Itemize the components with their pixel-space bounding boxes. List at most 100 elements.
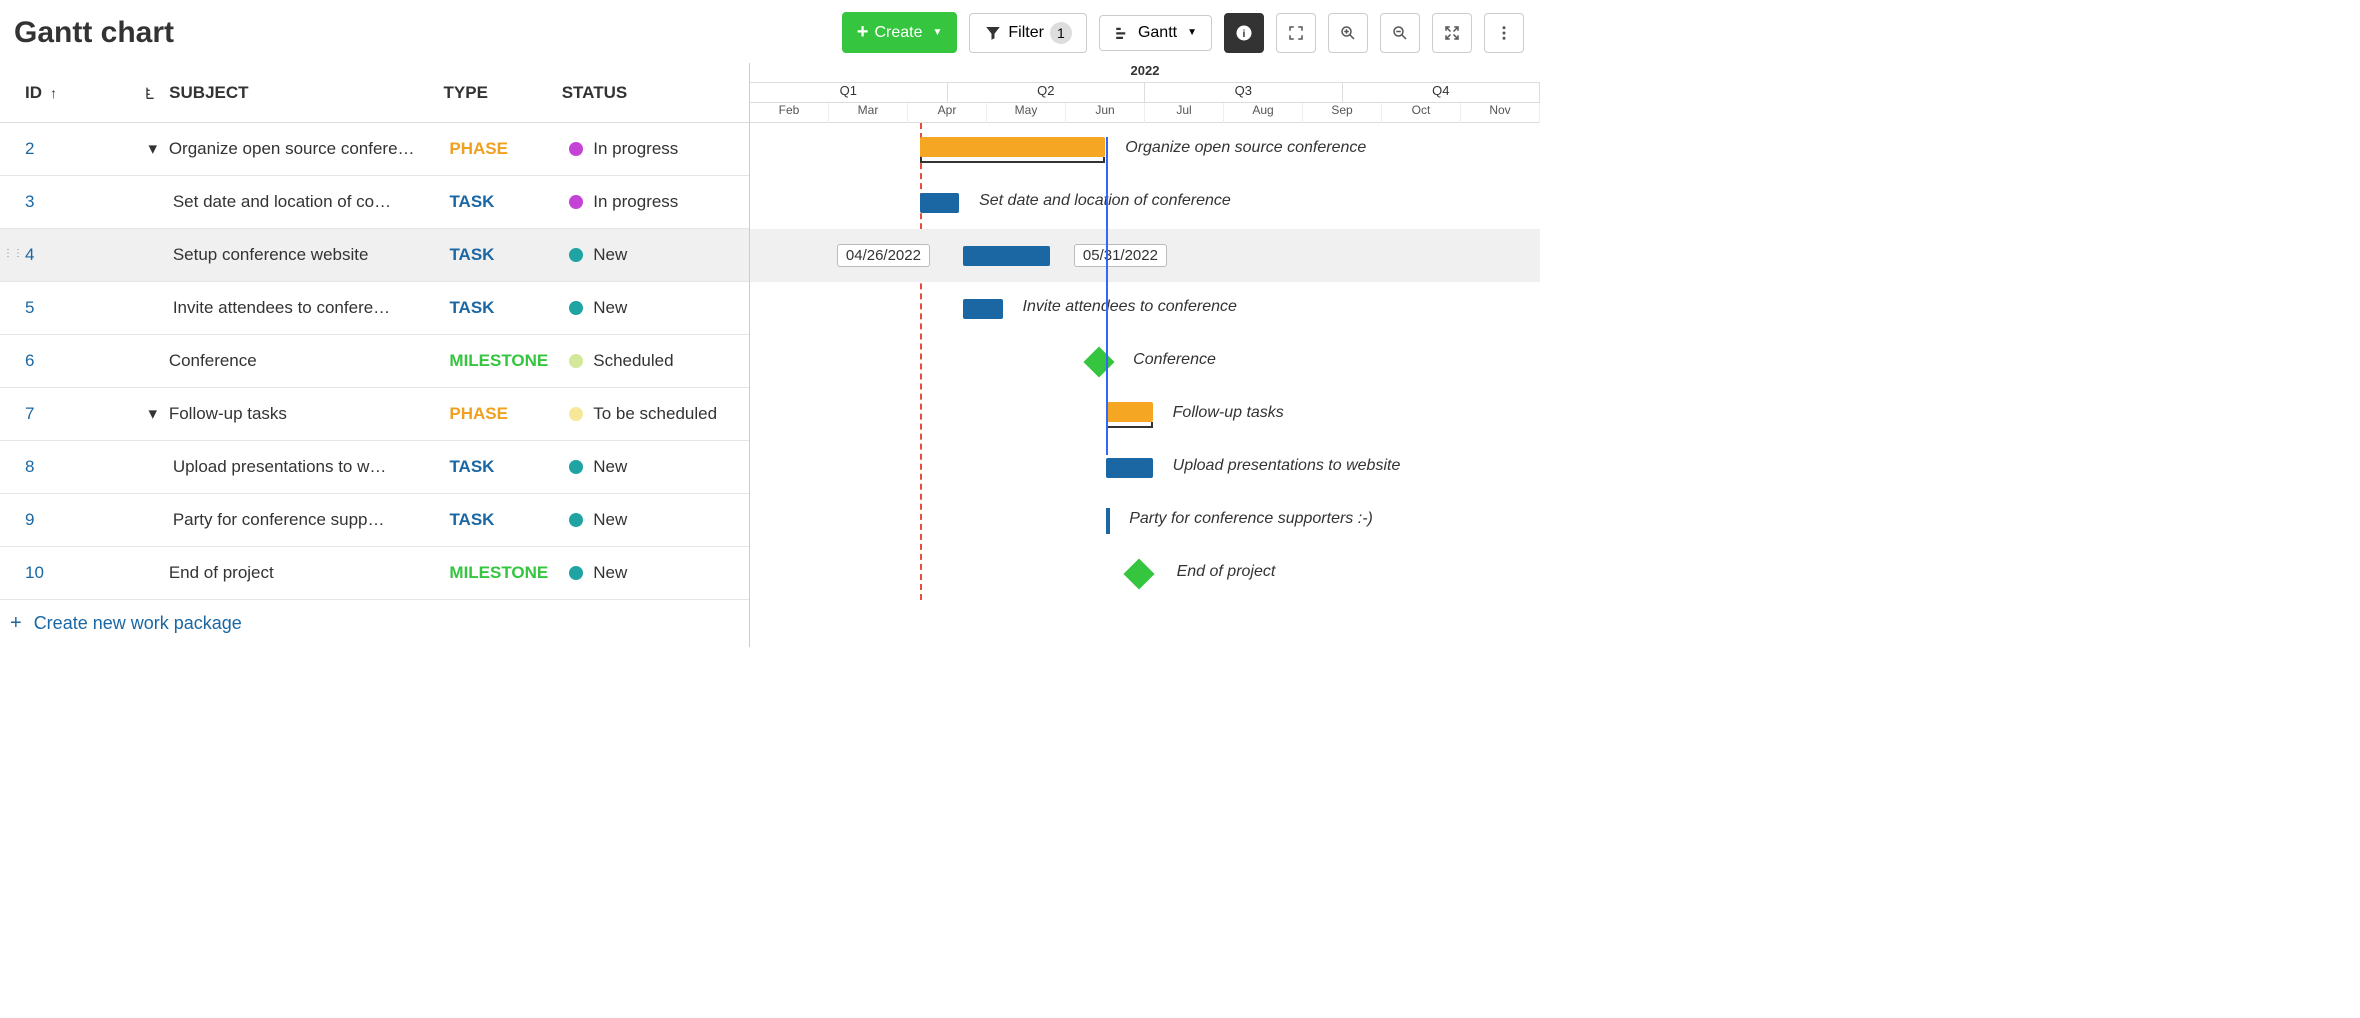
wp-subject[interactable]: Conference	[145, 351, 450, 371]
timeline-quarter: Q1	[750, 83, 948, 102]
gantt-bar[interactable]	[963, 299, 1003, 319]
milestone-diamond[interactable]	[1123, 558, 1154, 589]
wp-subject-text: Organize open source confere…	[169, 139, 415, 159]
wp-status[interactable]: Scheduled	[569, 351, 749, 371]
gantt-bar[interactable]	[1106, 508, 1110, 534]
zoom-out-button[interactable]	[1380, 13, 1420, 53]
timeline-row[interactable]: Follow-up tasks	[750, 388, 1540, 441]
wp-id[interactable]: ⋮⋮10	[25, 563, 145, 583]
wp-id[interactable]: ⋮⋮8	[25, 457, 145, 477]
create-label: Create	[874, 24, 922, 42]
zoom-in-button[interactable]	[1328, 13, 1368, 53]
timeline-row[interactable]: Party for conference supporters :-)	[750, 494, 1540, 547]
wp-status[interactable]: To be scheduled	[569, 404, 749, 424]
table-row[interactable]: ⋮⋮4Setup conference websiteTASKNew	[0, 229, 749, 282]
wp-status[interactable]: New	[569, 563, 749, 583]
wp-status-text: In progress	[593, 139, 678, 159]
timeline-row[interactable]: Set date and location of conference	[750, 176, 1540, 229]
gantt-bar[interactable]	[963, 246, 1050, 266]
fit-button[interactable]	[1432, 13, 1472, 53]
wp-status[interactable]: In progress	[569, 139, 749, 159]
wp-id[interactable]: ⋮⋮2	[25, 139, 145, 159]
table-row[interactable]: ⋮⋮6ConferenceMILESTONE Scheduled	[0, 335, 749, 388]
create-button[interactable]: + Create ▼	[842, 12, 958, 53]
col-header-type[interactable]: TYPE	[444, 83, 562, 103]
wp-subject[interactable]: Set date and location of co…	[145, 192, 450, 212]
wp-type[interactable]: PHASE	[449, 139, 569, 159]
table-row[interactable]: ⋮⋮8Upload presentations to w…TASKNew	[0, 441, 749, 494]
wp-type[interactable]: MILESTONE	[449, 563, 569, 583]
timeline-month: Mar	[829, 103, 908, 123]
wp-subject[interactable]: End of project	[145, 563, 450, 583]
drag-handle-icon[interactable]: ⋮⋮	[3, 248, 23, 259]
filter-count-badge: 1	[1050, 22, 1072, 44]
wp-status[interactable]: New	[569, 457, 749, 477]
wp-subject[interactable]: Setup conference website	[145, 245, 450, 265]
table-row[interactable]: ⋮⋮10End of projectMILESTONENew	[0, 547, 749, 600]
wp-type[interactable]: TASK	[449, 298, 569, 318]
wp-type[interactable]: TASK	[449, 510, 569, 530]
milestone-diamond[interactable]	[1084, 346, 1115, 377]
view-select-button[interactable]: Gantt ▼	[1099, 15, 1212, 51]
timeline-body[interactable]: Organize open source conferenceSet date …	[750, 123, 1540, 600]
wp-type[interactable]: TASK	[449, 245, 569, 265]
col-header-status[interactable]: STATUS	[562, 83, 739, 103]
timeline-row[interactable]: End of project	[750, 547, 1540, 600]
phase-bracket	[920, 157, 1106, 163]
filter-label: Filter	[1008, 24, 1044, 42]
fullscreen-button[interactable]	[1276, 13, 1316, 53]
timeline-row[interactable]: Conference	[750, 335, 1540, 388]
table-row[interactable]: ⋮⋮5Invite attendees to confere…TASKNew	[0, 282, 749, 335]
wp-id[interactable]: ⋮⋮9	[25, 510, 145, 530]
more-button[interactable]	[1484, 13, 1524, 53]
collapse-icon[interactable]: ▾	[145, 404, 161, 424]
table-row[interactable]: ⋮⋮9Party for conference supp…TASKNew	[0, 494, 749, 547]
wp-id[interactable]: ⋮⋮3	[25, 192, 145, 212]
wp-type[interactable]: PHASE	[449, 404, 569, 424]
wp-subject[interactable]: ▾Follow-up tasks	[145, 404, 450, 424]
bar-label: End of project	[1177, 563, 1276, 581]
col-header-id[interactable]: ID ↑	[25, 83, 143, 103]
timeline-row[interactable]: Upload presentations to website	[750, 441, 1540, 494]
wp-status-text: Scheduled	[593, 351, 673, 371]
bar-label: Follow-up tasks	[1173, 404, 1284, 422]
gantt-bar[interactable]	[1106, 458, 1153, 478]
bar-start-date[interactable]: 04/26/2022	[837, 244, 930, 267]
wp-id[interactable]: ⋮⋮7	[25, 404, 145, 424]
wp-id[interactable]: ⋮⋮5	[25, 298, 145, 318]
filter-button[interactable]: Filter 1	[969, 13, 1087, 53]
bar-end-date[interactable]: 05/31/2022	[1074, 244, 1167, 267]
wp-subject[interactable]: ▾ Organize open source confere…	[145, 139, 450, 159]
gantt-icon	[1114, 24, 1132, 42]
timeline-month: Aug	[1224, 103, 1303, 123]
col-id-label: ID	[25, 83, 42, 103]
gantt-bar[interactable]	[920, 193, 960, 213]
fullscreen-icon	[1287, 24, 1305, 42]
wp-status[interactable]: In progress	[569, 192, 749, 212]
create-work-package-link[interactable]: + Create new work package	[0, 600, 749, 647]
chevron-down-icon: ▼	[932, 27, 942, 38]
wp-subject[interactable]: Upload presentations to w…	[145, 457, 450, 477]
table-row[interactable]: ⋮⋮7▾Follow-up tasksPHASETo be scheduled	[0, 388, 749, 441]
timeline-row[interactable]: Organize open source conference	[750, 123, 1540, 176]
gantt-bar[interactable]	[920, 137, 1106, 157]
info-button[interactable]: i	[1224, 13, 1264, 53]
kebab-icon	[1495, 24, 1513, 42]
wp-subject[interactable]: Party for conference supp…	[145, 510, 450, 530]
table-row[interactable]: ⋮⋮3Set date and location of co…TASKIn pr…	[0, 176, 749, 229]
wp-status[interactable]: New	[569, 245, 749, 265]
timeline-row[interactable]: 04/26/2022 05/31/2022	[750, 229, 1540, 282]
col-header-subject[interactable]: SUBJECT	[143, 83, 443, 103]
gantt-bar[interactable]	[1106, 402, 1153, 422]
timeline-row[interactable]: Invite attendees to conference	[750, 282, 1540, 335]
wp-status[interactable]: New	[569, 298, 749, 318]
wp-status[interactable]: New	[569, 510, 749, 530]
wp-type[interactable]: TASK	[449, 457, 569, 477]
collapse-icon[interactable]: ▾	[145, 139, 161, 159]
wp-id[interactable]: ⋮⋮4	[25, 245, 145, 265]
wp-id[interactable]: ⋮⋮6	[25, 351, 145, 371]
wp-type[interactable]: TASK	[449, 192, 569, 212]
table-row[interactable]: ⋮⋮2▾ Organize open source confere… PHASE In…	[0, 123, 749, 176]
wp-subject[interactable]: Invite attendees to confere…	[145, 298, 450, 318]
wp-type[interactable]: MILESTONE	[449, 351, 569, 371]
